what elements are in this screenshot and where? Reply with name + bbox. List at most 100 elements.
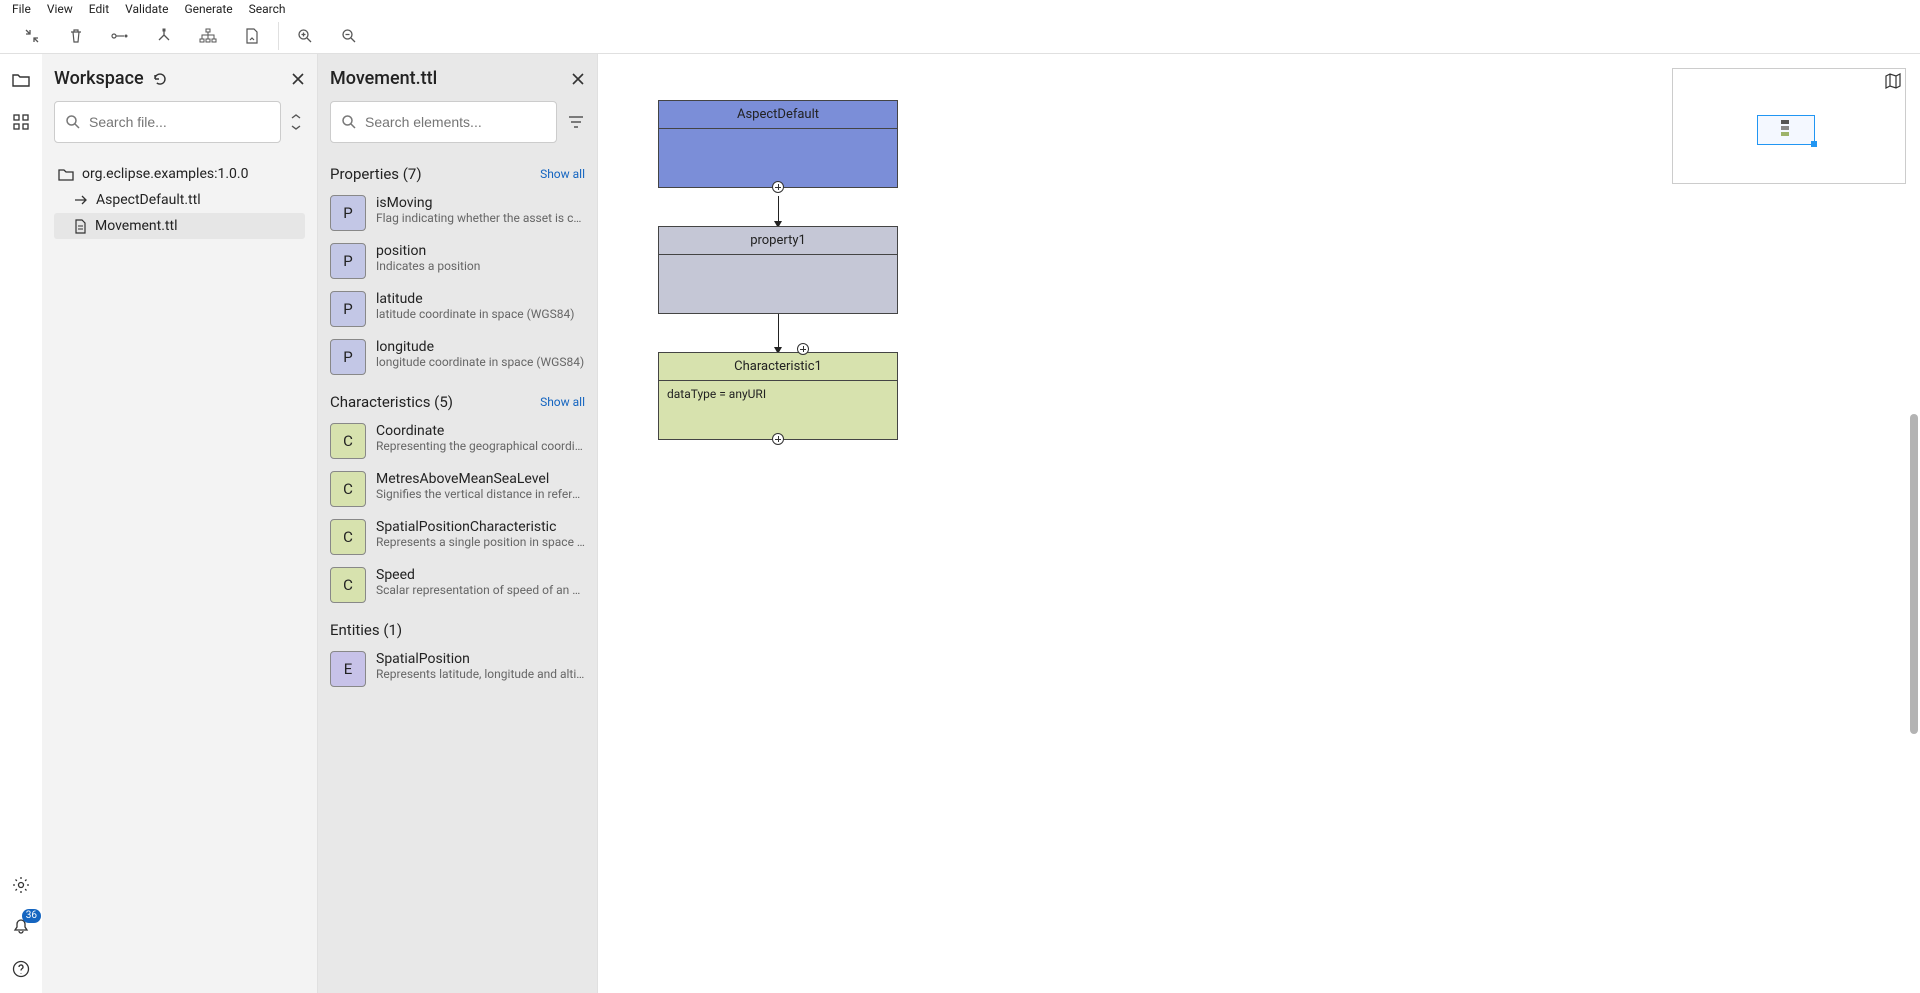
element-name: SpatialPosition bbox=[376, 651, 585, 667]
arrow-right-icon bbox=[74, 194, 88, 206]
menu-edit[interactable]: Edit bbox=[81, 1, 117, 17]
notifications-badge: 36 bbox=[22, 909, 41, 923]
menu-generate[interactable]: Generate bbox=[176, 1, 240, 17]
element-item[interactable]: C CoordinateRepresenting the geographica… bbox=[330, 417, 585, 465]
tree-file-aspectdefault[interactable]: AspectDefault.ttl bbox=[54, 187, 305, 213]
element-name: latitude bbox=[376, 291, 574, 307]
node-characteristic[interactable]: Characteristic1 dataType = anyURI bbox=[658, 352, 898, 440]
workspace-close-icon[interactable] bbox=[291, 72, 305, 86]
characteristic-badge-icon: C bbox=[330, 423, 366, 459]
tree-project[interactable]: org.eclipse.examples:1.0.0 bbox=[54, 161, 305, 187]
left-rail: 36 bbox=[0, 54, 42, 993]
elements-close-icon[interactable] bbox=[571, 72, 585, 86]
entity-badge-icon: E bbox=[330, 651, 366, 687]
menu-validate[interactable]: Validate bbox=[117, 1, 176, 17]
property-badge-icon: P bbox=[330, 291, 366, 327]
toolbar-zoom-out-icon[interactable] bbox=[327, 18, 371, 54]
workspace-collapse-icon[interactable] bbox=[287, 101, 305, 143]
main-area: 36 Workspace bbox=[0, 54, 1920, 993]
element-desc: latitude coordinate in space (WGS84) bbox=[376, 307, 574, 321]
element-name: position bbox=[376, 243, 480, 259]
elements-search[interactable] bbox=[330, 101, 557, 143]
characteristic-badge-icon: C bbox=[330, 471, 366, 507]
tree-file-label: AspectDefault.ttl bbox=[96, 192, 201, 208]
workspace-title: Workspace bbox=[54, 68, 168, 89]
node-port-icon[interactable] bbox=[772, 433, 784, 445]
node-aspect[interactable]: AspectDefault bbox=[658, 100, 898, 188]
element-desc: Signifies the vertical distance in refer… bbox=[376, 487, 585, 501]
element-item[interactable]: C MetresAboveMeanSeaLevelSignifies the v… bbox=[330, 465, 585, 513]
toolbar-delete-icon[interactable] bbox=[54, 18, 98, 54]
toolbar-connect-icon[interactable] bbox=[98, 18, 142, 54]
menu-file[interactable]: File bbox=[4, 1, 39, 17]
element-name: Coordinate bbox=[376, 423, 585, 439]
workspace-tree: org.eclipse.examples:1.0.0 AspectDefault… bbox=[54, 161, 305, 239]
rail-help-icon[interactable] bbox=[9, 957, 33, 981]
canvas-scrollbar[interactable] bbox=[1908, 54, 1920, 993]
rail-settings-icon[interactable] bbox=[9, 873, 33, 897]
element-name: MetresAboveMeanSeaLevel bbox=[376, 471, 585, 487]
workspace-refresh-icon[interactable] bbox=[152, 71, 168, 87]
elements-filter-icon[interactable] bbox=[567, 110, 585, 134]
search-icon bbox=[65, 114, 81, 130]
element-name: longitude bbox=[376, 339, 584, 355]
element-desc: Flag indicating whether the asset is cur… bbox=[376, 211, 585, 225]
element-desc: Represents a single position in space wi… bbox=[376, 535, 585, 549]
element-item[interactable]: P positionIndicates a position bbox=[330, 237, 585, 285]
toolbar bbox=[0, 18, 1920, 54]
properties-show-all[interactable]: Show all bbox=[540, 167, 585, 181]
menu-view[interactable]: View bbox=[39, 1, 81, 17]
node-title: property1 bbox=[659, 227, 897, 255]
toolbar-document-icon[interactable] bbox=[230, 18, 274, 54]
minimap[interactable] bbox=[1672, 68, 1906, 184]
node-property[interactable]: property1 bbox=[658, 226, 898, 314]
element-desc: Represents latitude, longitude and altit… bbox=[376, 667, 585, 681]
node-port-icon[interactable] bbox=[797, 343, 809, 355]
toolbar-branch-icon[interactable] bbox=[142, 18, 186, 54]
elements-search-input[interactable] bbox=[365, 114, 546, 130]
menu-search[interactable]: Search bbox=[241, 1, 294, 17]
characteristic-badge-icon: C bbox=[330, 567, 366, 603]
node-port-icon[interactable] bbox=[772, 181, 784, 193]
menu-bar: File View Edit Validate Generate Search bbox=[0, 0, 1920, 18]
folder-icon bbox=[58, 167, 74, 181]
rail-folder-icon[interactable] bbox=[9, 68, 33, 92]
element-name: SpatialPositionCharacteristic bbox=[376, 519, 585, 535]
property-badge-icon: P bbox=[330, 339, 366, 375]
characteristics-show-all[interactable]: Show all bbox=[540, 395, 585, 409]
element-desc: Indicates a position bbox=[376, 259, 480, 273]
tree-project-label: org.eclipse.examples:1.0.0 bbox=[82, 166, 248, 182]
element-item[interactable]: C SpeedScalar representation of speed of… bbox=[330, 561, 585, 609]
characteristic-badge-icon: C bbox=[330, 519, 366, 555]
element-desc: Representing the geographical coordinate bbox=[376, 439, 585, 453]
workspace-search-input[interactable] bbox=[89, 114, 270, 130]
node-body bbox=[659, 255, 897, 313]
diagram-canvas[interactable]: AspectDefault property1 Characteristic1 … bbox=[598, 54, 1920, 993]
file-icon bbox=[74, 219, 87, 234]
elements-title: Movement.ttl bbox=[330, 68, 437, 89]
workspace-search[interactable] bbox=[54, 101, 281, 143]
rail-notifications-icon[interactable]: 36 bbox=[9, 915, 33, 939]
section-properties-header: Properties (7) bbox=[330, 165, 422, 183]
node-body bbox=[659, 129, 897, 187]
toolbar-zoom-in-icon[interactable] bbox=[283, 18, 327, 54]
toolbar-hierarchy-icon[interactable] bbox=[186, 18, 230, 54]
node-body: dataType = anyURI bbox=[659, 381, 897, 439]
element-item[interactable]: P isMovingFlag indicating whether the as… bbox=[330, 189, 585, 237]
element-item[interactable]: P longitudelongitude coordinate in space… bbox=[330, 333, 585, 381]
element-item[interactable]: C SpatialPositionCharacteristicRepresent… bbox=[330, 513, 585, 561]
element-desc: longitude coordinate in space (WGS84) bbox=[376, 355, 584, 369]
map-icon[interactable] bbox=[1885, 73, 1901, 89]
search-icon bbox=[341, 114, 357, 130]
element-desc: Scalar representation of speed of an obj… bbox=[376, 583, 585, 597]
element-item[interactable]: E SpatialPositionRepresents latitude, lo… bbox=[330, 645, 585, 693]
section-entities-header: Entities (1) bbox=[330, 621, 402, 639]
elements-panel: Movement.ttl Properties (7) Show all P i… bbox=[318, 54, 598, 993]
element-item[interactable]: P latitudelatitude coordinate in space (… bbox=[330, 285, 585, 333]
property-badge-icon: P bbox=[330, 195, 366, 231]
node-title: AspectDefault bbox=[659, 101, 897, 129]
rail-apps-icon[interactable] bbox=[9, 110, 33, 134]
tree-file-movement[interactable]: Movement.ttl bbox=[54, 213, 305, 239]
toolbar-collapse-icon[interactable] bbox=[10, 18, 54, 54]
element-name: isMoving bbox=[376, 195, 585, 211]
